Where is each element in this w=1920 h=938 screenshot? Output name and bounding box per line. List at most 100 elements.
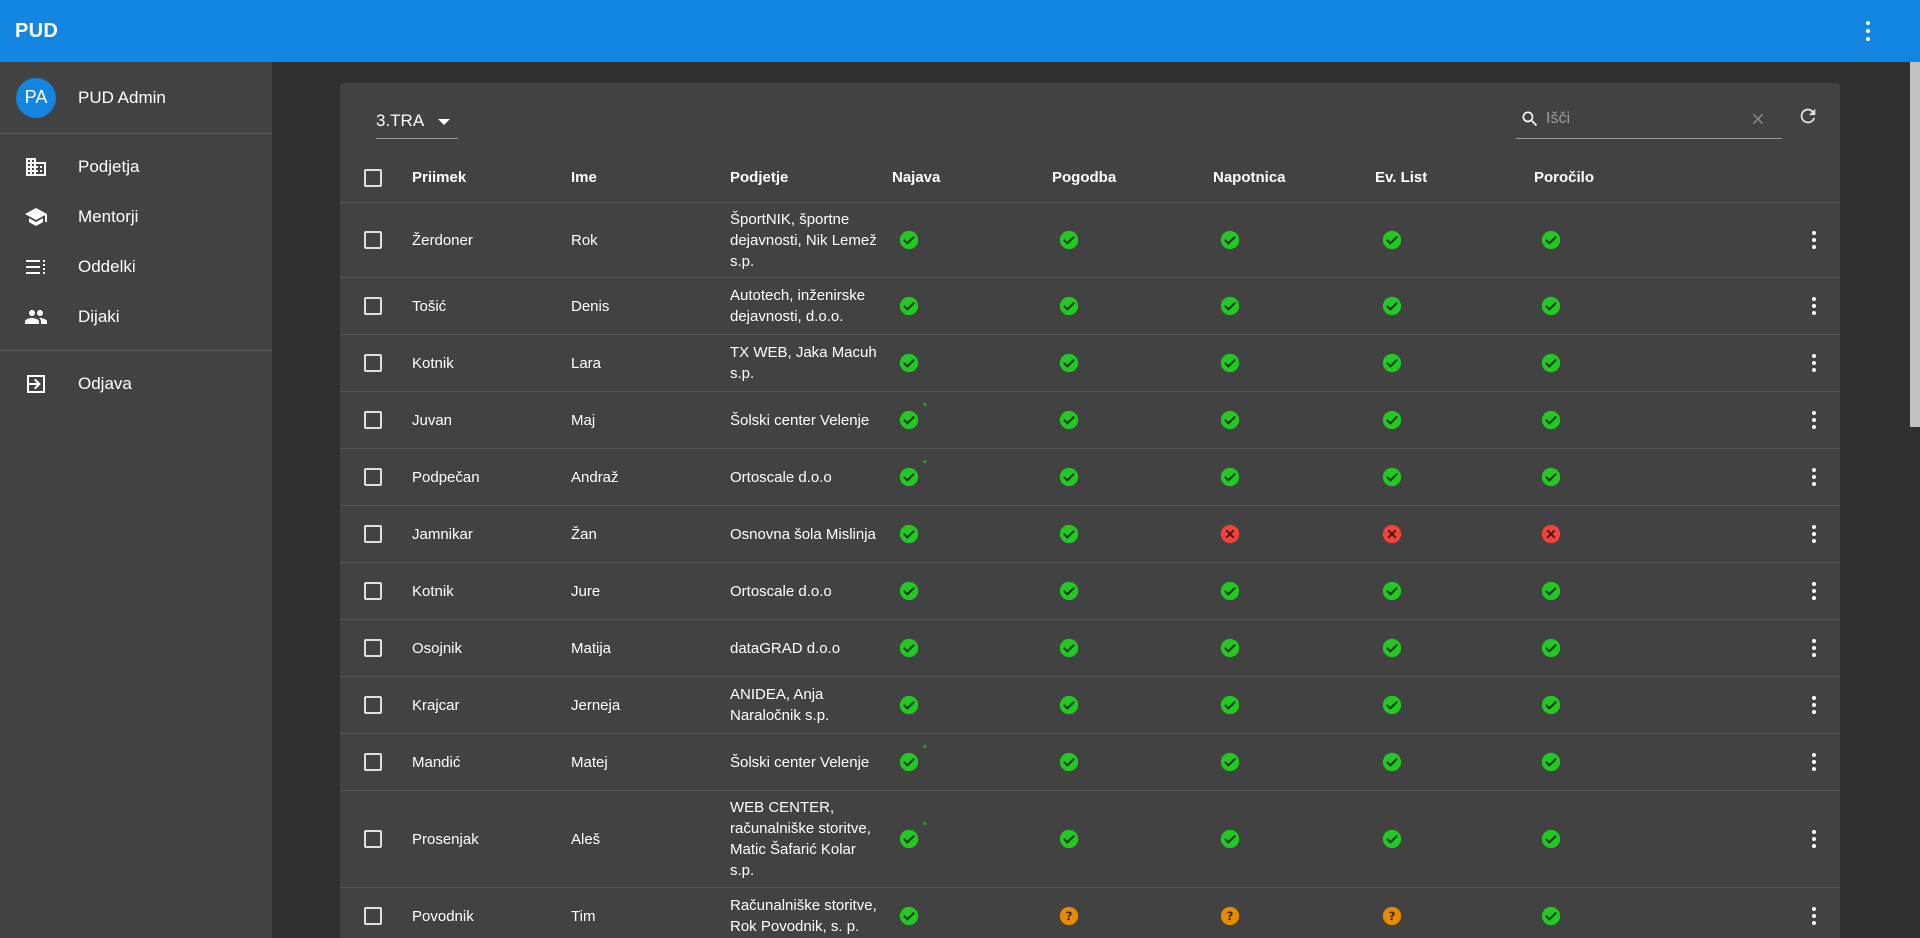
cell-ime: Matej [571, 753, 608, 771]
select-all-checkbox[interactable] [364, 168, 382, 187]
more-vert-icon[interactable] [1804, 692, 1824, 718]
cell-napotnica [1213, 392, 1273, 448]
check-circle-icon [1381, 352, 1403, 374]
row-actions-cell [1802, 449, 1826, 505]
check-circle-icon [1058, 352, 1080, 374]
cell-podjetje: Računalniške storitve, Rok Povodnik, s. … [730, 897, 877, 935]
more-vert-icon[interactable] [1804, 749, 1824, 775]
check-circle-icon [1058, 580, 1080, 602]
row-checkbox[interactable] [364, 468, 382, 486]
check-circle-icon [1219, 828, 1241, 850]
column-header[interactable]: Ime [571, 153, 721, 202]
sidebar-item-odjava[interactable]: Odjava [0, 359, 272, 409]
cell-najava [892, 677, 952, 733]
cell-pogodba [1052, 203, 1112, 277]
more-vert-icon[interactable] [1856, 18, 1880, 44]
row-checkbox[interactable] [364, 753, 382, 771]
table-row[interactable]: Osojnik Matija dataGRAD d.o.o [340, 620, 1840, 677]
more-vert-icon[interactable] [1804, 903, 1824, 929]
table-row[interactable]: Povodnik Tim Računalniške storitve, Rok Po… [340, 888, 1840, 938]
check-circle-icon [1058, 694, 1080, 716]
cell-najava [892, 203, 952, 277]
svg-text:?: ? [1389, 909, 1396, 923]
cell-evlist: ? [1375, 888, 1435, 938]
column-header[interactable]: Najava [892, 153, 1032, 202]
cell-napotnica [1213, 620, 1273, 676]
cell-najava [892, 506, 952, 562]
cell-napotnica [1213, 734, 1273, 790]
column-header[interactable]: Ev. List [1375, 153, 1515, 202]
column-header[interactable]: Podjetje [730, 153, 882, 202]
column-header[interactable]: Poročilo [1534, 153, 1674, 202]
row-checkbox[interactable] [364, 525, 382, 543]
check-circle-icon [1219, 580, 1241, 602]
row-checkbox[interactable] [364, 639, 382, 657]
column-header[interactable]: Pogodba [1052, 153, 1192, 202]
sidebar-item-dijaki[interactable]: Dijaki [0, 292, 272, 342]
check-circle-icon: * [898, 459, 927, 488]
table-row[interactable]: Mandić Matej Šolski center Velenje * [340, 734, 1840, 791]
cell-podjetje: Šolski center Velenje [730, 411, 870, 429]
table-row[interactable]: Kotnik Jure Ortoscale d.o.o [340, 563, 1840, 620]
more-vert-icon[interactable] [1804, 826, 1824, 852]
user-profile: PA PUD Admin [0, 62, 272, 134]
row-select-cell [364, 620, 394, 676]
sidebar-item-label: Dijaki [78, 307, 120, 326]
more-vert-icon[interactable] [1804, 227, 1824, 253]
sidebar-item-label: Odjava [78, 374, 132, 393]
cell-podjetje: Autotech, inženirske dejavnosti, d.o.o. [730, 287, 866, 325]
row-checkbox[interactable] [364, 411, 382, 429]
cell-priimek: Prosenjak [412, 830, 479, 848]
column-header[interactable]: Napotnica [1213, 153, 1353, 202]
cell-priimek: Povodnik [412, 907, 474, 925]
asterisk-icon: * [922, 458, 927, 470]
row-checkbox[interactable] [364, 830, 382, 848]
cell-pogodba [1052, 278, 1112, 334]
more-vert-icon[interactable] [1804, 578, 1824, 604]
table-row[interactable]: Podpečan Andraž Ortoscale d.o.o * [340, 449, 1840, 506]
table-row[interactable]: Krajcar Jerneja ANIDEA, Anja Naraločnik s.… [340, 677, 1840, 734]
asterisk-icon: * [922, 401, 927, 413]
check-circle-icon [1540, 466, 1562, 488]
cell-porocilo [1534, 677, 1594, 733]
sidebar-item-mentorji[interactable]: Mentorji [0, 192, 272, 242]
row-checkbox[interactable] [364, 907, 382, 925]
table-row[interactable]: Jamnikar Žan Osnovna šola Mislinja [340, 506, 1840, 563]
more-vert-icon[interactable] [1804, 293, 1824, 319]
cell-napotnica [1213, 506, 1273, 562]
sidebar-item-podjetja[interactable]: Podjetja [0, 142, 272, 192]
table-row[interactable]: Žerdoner Rok ŠportNIK, športne dejavnosti,… [340, 203, 1840, 278]
row-checkbox[interactable] [364, 354, 382, 372]
class-select[interactable]: 3.TRA [376, 103, 458, 139]
more-vert-icon[interactable] [1804, 464, 1824, 490]
table-row[interactable]: Tošić Denis Autotech, inženirske dejavnost… [340, 278, 1840, 335]
more-vert-icon[interactable] [1804, 635, 1824, 661]
refresh-icon[interactable] [1794, 102, 1822, 130]
row-checkbox[interactable] [364, 231, 382, 249]
user-name: PUD Admin [78, 87, 166, 107]
table-row[interactable]: Kotnik Lara TX WEB, Jaka Macuh s.p. [340, 335, 1840, 392]
more-vert-icon[interactable] [1804, 521, 1824, 547]
row-checkbox[interactable] [364, 297, 382, 315]
cell-evlist [1375, 677, 1435, 733]
column-header[interactable]: Priimek [412, 153, 562, 202]
row-select-cell [364, 392, 394, 448]
row-checkbox[interactable] [364, 696, 382, 714]
clear-icon[interactable] [1746, 107, 1770, 131]
row-actions-cell [1802, 506, 1826, 562]
table-row[interactable]: Juvan Maj Šolski center Velenje * [340, 392, 1840, 449]
check-circle-icon [1381, 828, 1403, 850]
search-field[interactable] [1516, 99, 1782, 139]
sidebar-item-oddelki[interactable]: Oddelki [0, 242, 272, 292]
scrollbar-thumb[interactable] [1910, 62, 1920, 427]
check-circle-icon [1058, 466, 1080, 488]
row-checkbox[interactable] [364, 582, 382, 600]
logout-icon [24, 372, 48, 396]
more-vert-icon[interactable] [1804, 350, 1824, 376]
cell-ime: Denis [571, 297, 610, 315]
more-vert-icon[interactable] [1804, 407, 1824, 433]
search-input[interactable] [1546, 109, 1746, 128]
table-row[interactable]: Prosenjak Aleš WEB CENTER, računalniške st… [340, 791, 1840, 888]
row-actions-cell [1802, 677, 1826, 733]
cell-evlist [1375, 563, 1435, 619]
